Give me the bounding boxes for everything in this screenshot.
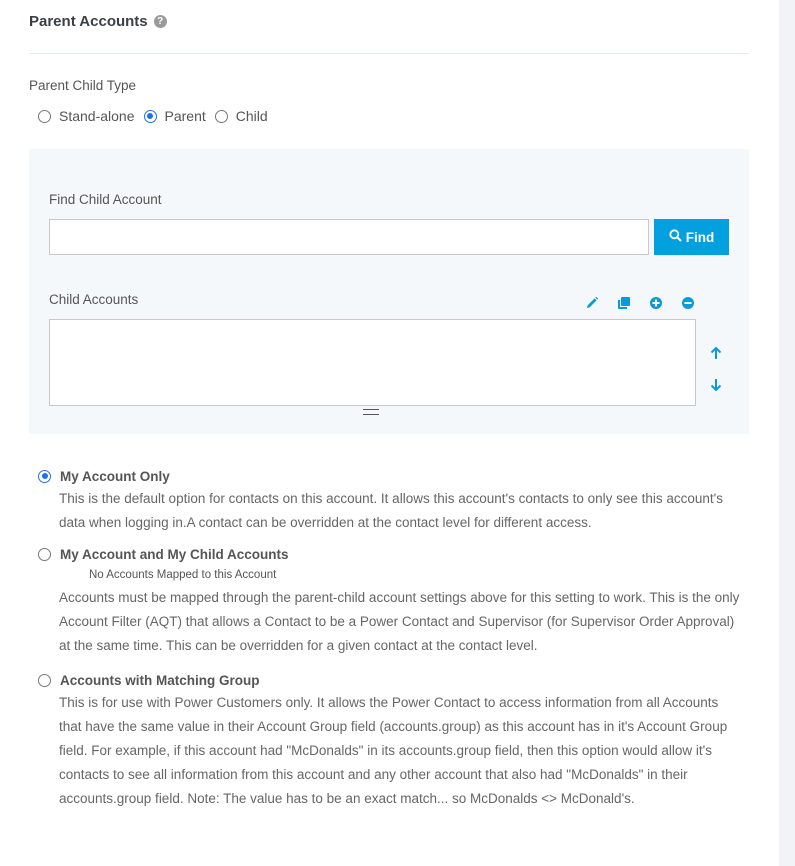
question-circle-icon[interactable]: ? bbox=[153, 15, 167, 28]
option-note: No Accounts Mapped to this Account bbox=[89, 569, 277, 581]
find-button[interactable]: Find bbox=[654, 219, 729, 255]
radio-button-checked[interactable] bbox=[38, 469, 51, 483]
radio-button[interactable] bbox=[38, 547, 51, 561]
parent-child-type-radio-group: Stand-alone Parent Child bbox=[38, 108, 277, 124]
minus-circle-icon[interactable] bbox=[679, 294, 697, 312]
pencil-icon[interactable] bbox=[583, 294, 601, 312]
header-divider bbox=[29, 53, 749, 54]
option-title-text: Accounts with Matching Group bbox=[60, 672, 260, 688]
radio-label: Child bbox=[235, 108, 268, 124]
radio-stand-alone[interactable]: Stand-alone bbox=[38, 108, 135, 124]
move-buttons bbox=[707, 344, 725, 394]
resize-handle-icon[interactable] bbox=[363, 409, 379, 415]
radio-child[interactable]: Child bbox=[214, 108, 268, 124]
parent-child-type-label: Parent Child Type bbox=[29, 78, 137, 93]
copy-icon[interactable] bbox=[615, 294, 633, 312]
option-accounts-with-matching-group: Accounts with Matching Group This is for… bbox=[38, 670, 743, 811]
radio-label: Stand-alone bbox=[59, 108, 135, 124]
radio-label: Parent bbox=[164, 108, 206, 124]
child-accounts-list[interactable] bbox=[49, 319, 696, 406]
option-title[interactable]: Accounts with Matching Group bbox=[38, 670, 743, 690]
page-title-text: Parent Accounts bbox=[29, 13, 148, 30]
arrow-down-icon[interactable] bbox=[707, 376, 725, 394]
option-title-text: My Account and My Child Accounts bbox=[60, 546, 289, 562]
find-button-label: Find bbox=[685, 229, 715, 245]
option-description: This is for use with Power Customers onl… bbox=[59, 695, 728, 806]
find-child-account-input[interactable] bbox=[49, 219, 649, 255]
radio-parent[interactable]: Parent bbox=[143, 108, 206, 124]
page-title: Parent Accounts ? bbox=[29, 13, 167, 30]
option-my-account-and-child-accounts: My Account and My Child Accounts No Acco… bbox=[38, 544, 749, 658]
find-child-account-label: Find Child Account bbox=[49, 192, 162, 207]
arrow-up-icon[interactable] bbox=[707, 344, 725, 362]
option-my-account-only: My Account Only This is the default opti… bbox=[38, 466, 739, 535]
option-title-text: My Account Only bbox=[60, 468, 170, 484]
radio-button-checked[interactable] bbox=[143, 109, 157, 123]
child-account-panel: Find Child Account Find Child Accounts bbox=[29, 149, 749, 434]
right-scroll-gutter bbox=[779, 0, 795, 866]
plus-circle-icon[interactable] bbox=[647, 294, 665, 312]
radio-button[interactable] bbox=[214, 109, 228, 123]
option-title[interactable]: My Account Only bbox=[38, 466, 739, 486]
radio-button[interactable] bbox=[38, 673, 51, 687]
option-title[interactable]: My Account and My Child Accounts bbox=[38, 544, 749, 564]
option-description: Accounts must be mapped through the pare… bbox=[59, 590, 740, 653]
child-accounts-label: Child Accounts bbox=[49, 292, 139, 307]
child-accounts-toolbar bbox=[583, 294, 697, 312]
option-description: This is the default option for contacts … bbox=[59, 491, 724, 530]
search-icon bbox=[669, 229, 682, 245]
radio-button[interactable] bbox=[38, 109, 51, 123]
